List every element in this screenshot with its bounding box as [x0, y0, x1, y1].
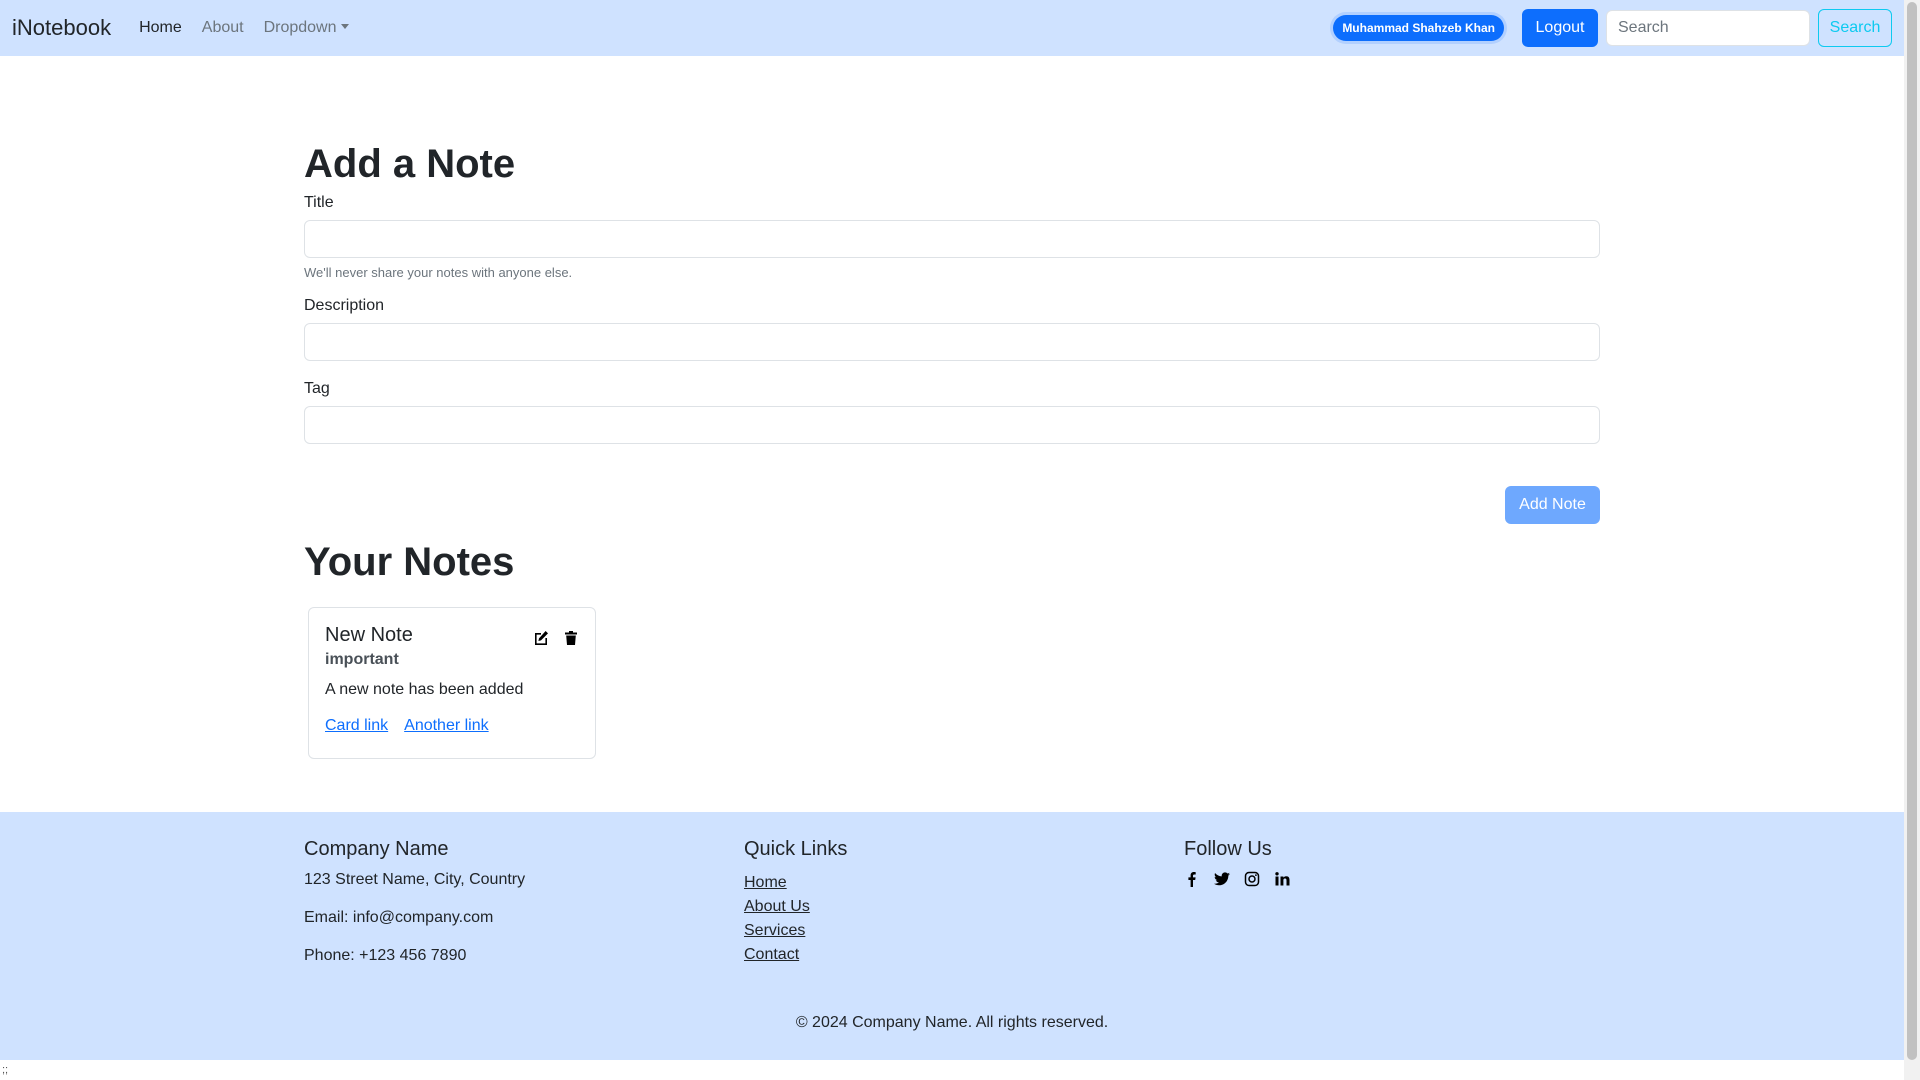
- twitter-icon[interactable]: [1214, 871, 1230, 887]
- title-input[interactable]: [304, 220, 1600, 258]
- footer-link-contact[interactable]: Contact: [744, 943, 847, 967]
- scrollbar[interactable]: [1904, 0, 1920, 1080]
- social-icons: [1184, 871, 1290, 887]
- nav-dropdown[interactable]: Dropdown: [254, 19, 359, 37]
- linkedin-icon[interactable]: [1274, 871, 1290, 887]
- facebook-icon[interactable]: [1184, 871, 1200, 887]
- nav-links: Home About Dropdown: [129, 19, 358, 37]
- company-phone: Phone: +123 456 7890: [304, 947, 467, 964]
- description-label: Description: [304, 297, 385, 314]
- quick-links-heading: Quick Links: [744, 838, 848, 860]
- footer-link-home[interactable]: Home: [744, 871, 847, 895]
- tag-label: Tag: [304, 380, 330, 397]
- chevron-down-icon: [340, 24, 349, 29]
- card-icons: [533, 630, 579, 646]
- title-label: Title: [304, 194, 334, 211]
- footer-quick-links: Quick Links Home About Us Services Conta…: [744, 838, 847, 967]
- company-email: Email: info@company.com: [304, 909, 494, 926]
- note-tag: important: [325, 651, 399, 668]
- brand-link[interactable]: iNotebook: [12, 15, 111, 41]
- search-button[interactable]: Search: [1818, 9, 1892, 47]
- note-card: New Note important A new note has been a…: [308, 607, 596, 759]
- company-heading: Company Name: [304, 838, 449, 860]
- note-description: A new note has been added: [325, 681, 524, 698]
- footer-follow: Follow Us: [1184, 838, 1290, 887]
- user-badge: Muhammad Shahzeb Khan: [1333, 15, 1504, 41]
- footer-company: Company Name 123 Street Name, City, Coun…: [304, 838, 525, 985]
- add-note-button[interactable]: Add Note: [1505, 486, 1600, 524]
- follow-heading: Follow Us: [1184, 838, 1272, 860]
- title-help-text: We'll never share your notes with anyone…: [304, 265, 573, 280]
- nav-about[interactable]: About: [192, 19, 254, 37]
- your-notes-heading: Your Notes: [304, 540, 515, 584]
- trash-icon[interactable]: [563, 630, 579, 646]
- footer: Company Name 123 Street Name, City, Coun…: [0, 812, 1904, 1060]
- footer-link-services[interactable]: Services: [744, 919, 847, 943]
- copyright-text: © 2024 Company Name. All rights reserved…: [795, 1014, 1109, 1031]
- another-link[interactable]: Another link: [404, 717, 489, 735]
- card-links: Card link Another link: [325, 717, 579, 735]
- scrollbar-thumb[interactable]: [1907, 2, 1917, 1060]
- card-link[interactable]: Card link: [325, 717, 388, 735]
- add-note-heading: Add a Note: [304, 142, 516, 186]
- navbar: iNotebook Home About Dropdown Muhammad S…: [0, 0, 1904, 56]
- logout-button[interactable]: Logout: [1522, 9, 1598, 47]
- nav-dropdown-label: Dropdown: [263, 19, 337, 36]
- nav-right: Muhammad Shahzeb Khan Logout Search: [1333, 0, 1904, 56]
- company-address: 123 Street Name, City, Country: [304, 871, 526, 888]
- nav-home[interactable]: Home: [129, 19, 192, 37]
- instagram-icon[interactable]: [1244, 871, 1260, 887]
- search-input[interactable]: [1606, 10, 1810, 46]
- quick-links-list: Home About Us Services Contact: [744, 871, 847, 967]
- tag-input[interactable]: [304, 406, 1600, 444]
- footer-link-about-us[interactable]: About Us: [744, 895, 847, 919]
- description-input[interactable]: [304, 323, 1600, 361]
- edit-icon[interactable]: [533, 630, 549, 646]
- status-strip: ;;: [0, 1060, 1906, 1080]
- main-content: Add a Note Title We'll never share your …: [304, 140, 1600, 759]
